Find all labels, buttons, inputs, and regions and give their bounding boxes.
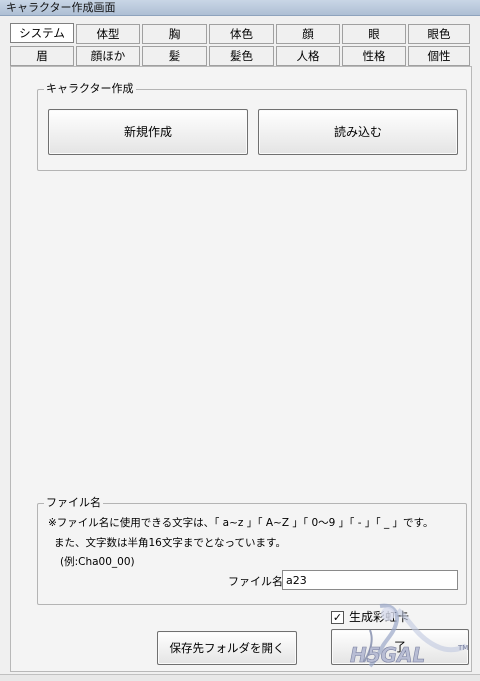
- tab-eyebrows[interactable]: 眉: [10, 46, 74, 66]
- filename-field-label: ファイル名:: [228, 575, 287, 588]
- tab-face-other[interactable]: 顔ほか: [76, 46, 140, 66]
- tab-chest[interactable]: 胸: [142, 24, 207, 44]
- confirm-button[interactable]: 了: [331, 629, 469, 665]
- tab-bar: システム 体型 胸 体色 顔 眼 眼色 眉 顔ほか 髪 髪色 人格 性格 個性: [10, 22, 470, 66]
- tab-eye-color[interactable]: 眼色: [408, 24, 470, 44]
- tab-personality[interactable]: 人格: [276, 46, 340, 66]
- tab-eyes[interactable]: 眼: [342, 24, 406, 44]
- system-panel: キャラクター作成 新規作成 読み込む ファイル名 ※ファイル名に使用できる文字は…: [10, 66, 472, 672]
- window-title: キャラクター作成画面: [0, 0, 480, 16]
- filename-length-note: また、文字数は半角16文字までとなっています。: [54, 537, 286, 549]
- file-name-group: ファイル名 ※ファイル名に使用できる文字は、「 a~z 」「 A~Z 」「 0～…: [37, 496, 467, 605]
- tab-face[interactable]: 顔: [276, 24, 340, 44]
- filename-rule-note: ※ファイル名に使用できる文字は、「 a~z 」「 A~Z 」「 0～9 」「 -…: [48, 517, 434, 529]
- tab-individuality[interactable]: 個性: [408, 46, 470, 66]
- generate-card-label: 生成彩虹卡: [349, 610, 410, 624]
- generate-card-checkbox[interactable]: ✓: [331, 611, 344, 624]
- tab-system[interactable]: システム: [10, 23, 74, 43]
- load-character-button[interactable]: 読み込む: [258, 109, 458, 155]
- new-character-button[interactable]: 新規作成: [48, 109, 248, 155]
- filename-example: (例:Cha00_00): [60, 556, 135, 568]
- tab-body-type[interactable]: 体型: [76, 24, 140, 44]
- open-save-folder-button[interactable]: 保存先フォルダを開く: [157, 631, 297, 665]
- tab-body-color[interactable]: 体色: [209, 24, 274, 44]
- tab-hair-color[interactable]: 髪色: [209, 46, 274, 66]
- character-create-group: キャラクター作成 新規作成 読み込む: [37, 82, 467, 171]
- tab-nature[interactable]: 性格: [342, 46, 406, 66]
- file-name-legend: ファイル名: [44, 496, 103, 510]
- filename-input[interactable]: [282, 570, 458, 590]
- character-create-legend: キャラクター作成: [44, 82, 136, 96]
- tab-hair[interactable]: 髪: [142, 46, 207, 66]
